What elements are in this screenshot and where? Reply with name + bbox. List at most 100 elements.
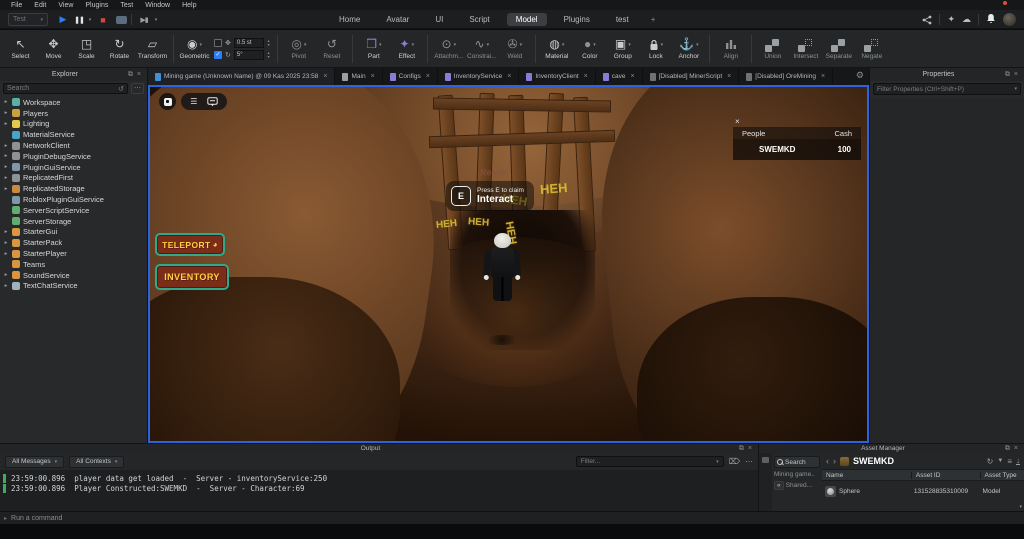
expand-arrow-icon[interactable]: ▸ [3, 164, 9, 170]
doc-tab-place[interactable]: Mining game (Unknown Name) @ 09 Kas 2025… [148, 68, 336, 85]
snap-rotate-input[interactable]: 5° [233, 49, 264, 60]
expand-arrow-icon[interactable]: ▸ [3, 272, 9, 278]
expand-arrow-icon[interactable]: ▸ [3, 186, 9, 192]
float-panel-icon[interactable]: ⧉ [1003, 71, 1012, 79]
tree-item-networkclient[interactable]: ▸ NetworkClient [0, 140, 147, 151]
move-tool[interactable]: ✥ Move [37, 37, 70, 60]
hamburger-icon[interactable]: ☰ [190, 97, 197, 106]
menu-window[interactable]: Window [140, 2, 175, 9]
refresh-icon[interactable]: ↻ [987, 457, 994, 466]
select-tool[interactable]: ↖ Select [4, 37, 37, 60]
negate-tool[interactable]: Negate [855, 37, 888, 60]
rotate-tool[interactable]: ↻ Rotate [103, 37, 136, 60]
back-icon[interactable]: ‹ [826, 456, 829, 466]
expand-arrow-icon[interactable]: ▸ [3, 240, 9, 246]
add-tab-button[interactable]: + [646, 13, 661, 26]
tab-script[interactable]: Script [460, 13, 498, 26]
teleport-button[interactable]: TELEPORT ◕ [155, 233, 225, 256]
doc-tab-cave[interactable]: cave × [596, 68, 643, 85]
close-icon[interactable]: × [371, 73, 375, 80]
leaderboard-close-icon[interactable]: × [735, 117, 740, 126]
tree-item-replicatedfirst[interactable]: ▸ ReplicatedFirst [0, 173, 147, 184]
close-icon[interactable]: × [1012, 445, 1020, 452]
tab-avatar[interactable]: Avatar [377, 13, 418, 26]
tab-home[interactable]: Home [330, 13, 369, 26]
snap-rotate-checkbox[interactable]: ✓ [214, 50, 222, 59]
output-filter-input[interactable]: Filter... ▾ [575, 456, 724, 467]
anchor-tool[interactable]: ⚓ ▾ Anchor [672, 37, 705, 60]
doc-tab-configs[interactable]: Configs × [383, 68, 438, 85]
list-view-icon[interactable]: ≡ [1007, 457, 1012, 466]
tree-item-startergui[interactable]: ▸ StarterGui [0, 227, 147, 238]
group-tool[interactable]: ▣ ▾ Group [606, 37, 639, 60]
pivot-tool[interactable]: ◎ ▾ Pivot [282, 37, 315, 60]
menu-file[interactable]: File [6, 2, 27, 9]
avatar[interactable] [1003, 13, 1016, 26]
filter-funnel-icon[interactable]: ▼ [997, 458, 1003, 464]
doc-tab-inventoryservice[interactable]: InventoryService × [438, 68, 520, 85]
doc-tab-main[interactable]: Main × [335, 68, 383, 85]
close-icon[interactable]: × [727, 73, 731, 80]
sidebar-item-shared[interactable]: «Shared... [774, 481, 820, 490]
tree-item-robloxpluginguiservice[interactable]: RobloxPluginGuiService [0, 194, 147, 205]
tree-item-teams[interactable]: Teams [0, 259, 147, 270]
cloud-icon[interactable]: ☁ [962, 15, 971, 24]
client-server-toggle-icon[interactable] [113, 13, 129, 26]
close-icon[interactable]: × [426, 73, 430, 80]
material-tool[interactable]: ◍ ▾ Material [540, 37, 573, 60]
tab-plugins[interactable]: Plugins [555, 13, 599, 26]
tree-item-starterplayer[interactable]: ▸ StarterPlayer [0, 248, 147, 259]
tree-item-textchatservice[interactable]: ▸ TextChatService [0, 281, 147, 292]
menu-view[interactable]: View [53, 2, 78, 9]
folder-icon[interactable] [762, 457, 769, 463]
doc-tab-minerscript[interactable]: [Disabled] MinerScript × [643, 68, 740, 85]
game-viewport[interactable]: Ready HEH HEH HEH HEH HEH ☰ [148, 85, 869, 443]
plugin-gear-icon[interactable]: ⚙ [856, 70, 864, 81]
clear-output-icon[interactable]: ⌦ [729, 457, 740, 466]
tab-ui[interactable]: UI [426, 13, 452, 26]
effect-tool[interactable]: ✦ ▾ Effect [390, 37, 423, 60]
intersect-tool[interactable]: Intersect [789, 37, 822, 60]
forward-icon[interactable]: › [833, 456, 836, 466]
asset-type-column-header[interactable]: Asset Type [979, 471, 1024, 479]
reset-pivot-tool[interactable]: ↺ Reset [315, 37, 348, 60]
history-icon[interactable]: ↺ [118, 85, 124, 93]
weld-tool[interactable]: ✇ ▾ Weld [498, 37, 531, 60]
asset-id-column-header[interactable]: Asset ID [910, 471, 980, 479]
constraint-tool[interactable]: ∿ ▾ Constrai... [465, 37, 498, 60]
expand-arrow-icon[interactable]: ▸ [3, 229, 9, 235]
explorer-search-input[interactable]: Search ↺ [3, 83, 128, 94]
tree-item-workspace[interactable]: ▸ Workspace [0, 97, 147, 108]
close-icon[interactable]: × [584, 73, 588, 80]
attachment-tool[interactable]: ⊙ ▾ Attachm... [432, 37, 465, 60]
color-tool[interactable]: ● ▾ Color [573, 37, 606, 60]
asset-table-row[interactable]: Sphere 131528835310009 Model [822, 481, 1024, 501]
import-icon[interactable]: ↓ [1016, 457, 1020, 465]
transform-tool[interactable]: ▱ Transform [136, 37, 169, 60]
expand-arrow-icon[interactable]: ▸ [3, 143, 9, 149]
properties-filter-input[interactable]: Filter Properties (Ctrl+Shift+P) ▾ [873, 83, 1021, 95]
pause-button[interactable]: ❚❚ [72, 13, 86, 26]
tree-item-pluginguiservice[interactable]: ▸ PluginGuiService [0, 162, 147, 173]
snap-rotate-stepper[interactable]: ▲ ▼ [267, 51, 270, 59]
expand-arrow-icon[interactable]: ▸ [3, 110, 9, 116]
close-icon[interactable]: × [821, 73, 825, 80]
tree-item-starterpack[interactable]: ▸ StarterPack [0, 237, 147, 248]
close-icon[interactable]: × [746, 445, 754, 452]
separate-tool[interactable]: Separate [822, 37, 855, 60]
float-panel-icon[interactable]: ⧉ [737, 445, 746, 453]
union-tool[interactable]: Union [756, 37, 789, 60]
float-panel-icon[interactable]: ⧉ [126, 71, 135, 79]
tree-item-plugindebugservice[interactable]: ▸ PluginDebugService [0, 151, 147, 162]
messages-filter-dropdown[interactable]: All Messages ▾ [5, 455, 65, 468]
snap-move-stepper[interactable]: ▲ ▼ [267, 39, 270, 47]
share-icon[interactable] [922, 15, 932, 25]
notifications-bell-icon[interactable] [986, 0, 1007, 29]
close-icon[interactable]: × [507, 73, 511, 80]
menu-edit[interactable]: Edit [29, 2, 51, 9]
expand-arrow-icon[interactable]: ▸ [3, 121, 9, 127]
expand-arrow-icon[interactable]: ▸ [3, 175, 9, 181]
float-panel-icon[interactable]: ⧉ [1003, 445, 1012, 453]
expand-arrow-icon[interactable]: ▸ [3, 99, 9, 105]
roblox-menu-button[interactable] [159, 93, 176, 110]
